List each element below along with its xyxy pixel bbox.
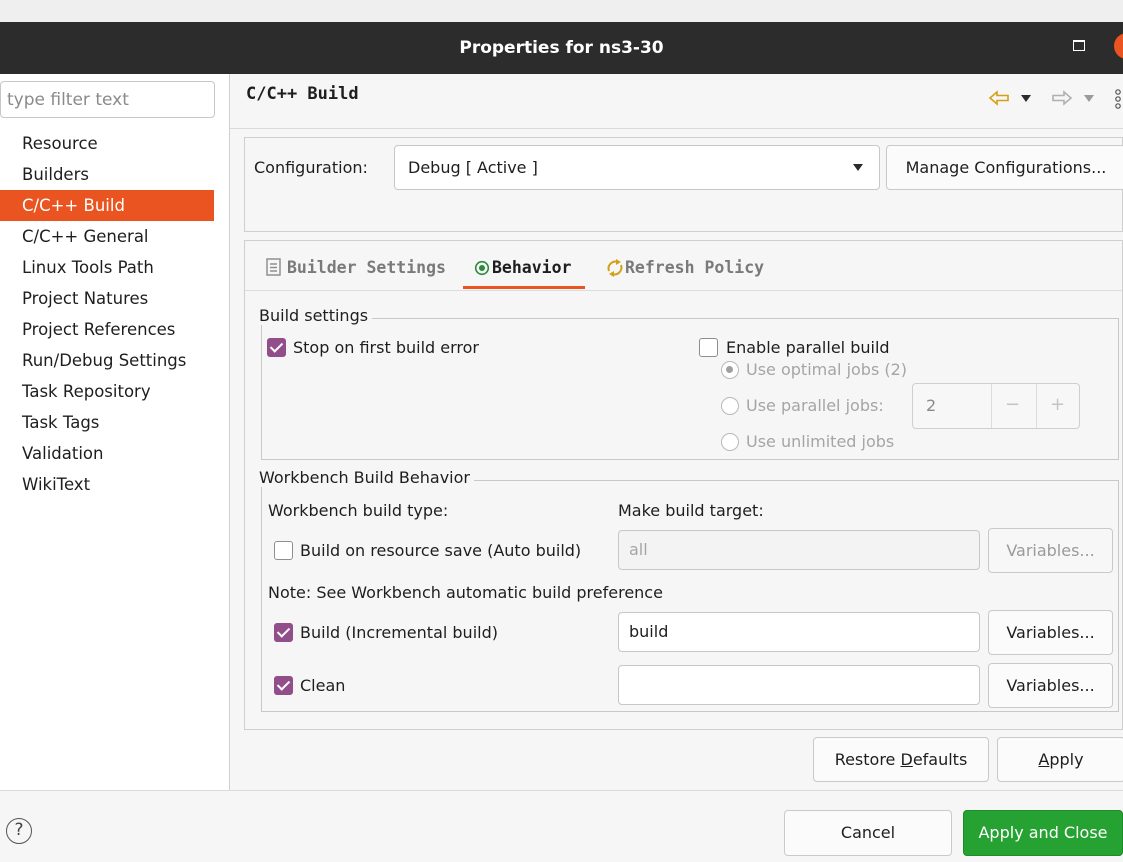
filter-input[interactable]: [0, 81, 215, 118]
unlimited-jobs-label: Use unlimited jobs: [746, 432, 895, 451]
back-menu-chevron-icon[interactable]: [1020, 94, 1032, 103]
auto-build-checkbox[interactable]: [274, 541, 293, 560]
tab-refresh-policy[interactable]: Refresh Policy: [625, 256, 764, 280]
configuration-label: Configuration:: [254, 158, 368, 177]
refresh-policy-icon: [607, 259, 623, 277]
tab-separator: [245, 290, 1122, 291]
parallel-jobs-radio[interactable]: [721, 397, 739, 415]
restore-label-b: efaults: [912, 750, 968, 769]
tree-item-resource[interactable]: Resource: [0, 128, 214, 159]
active-tab-indicator: [463, 286, 585, 289]
tree-item-task-repository[interactable]: Task Repository: [0, 376, 214, 407]
auto-build-label: Build on resource save (Auto build): [300, 541, 582, 560]
incremental-build-target-field[interactable]: build: [618, 612, 980, 652]
optimal-jobs-radio[interactable]: [721, 361, 739, 379]
tree-item-builders[interactable]: Builders: [0, 159, 214, 190]
tree-item-cpp-general[interactable]: C/C++ General: [0, 221, 214, 252]
back-arrow-icon[interactable]: [988, 90, 1010, 106]
behavior-icon: [474, 260, 490, 276]
stepper-divider: [991, 384, 992, 428]
restore-mnemonic: D: [900, 750, 913, 769]
cancel-button[interactable]: Cancel: [784, 810, 952, 856]
tree-item-validation[interactable]: Validation: [0, 438, 214, 469]
auto-build-target-field[interactable]: all: [618, 530, 980, 570]
more-options-icon[interactable]: [1113, 88, 1123, 110]
apply-label: pply: [1049, 750, 1084, 769]
clean-target-field[interactable]: [618, 665, 980, 705]
background-strip: [0, 0, 1123, 22]
help-icon[interactable]: ?: [6, 818, 32, 844]
tree-item-cpp-build[interactable]: C/C++ Build: [0, 190, 214, 221]
page-title: C/C++ Build: [246, 84, 359, 104]
manage-configurations-button[interactable]: Manage Configurations...: [886, 145, 1123, 190]
configuration-value: Debug [ Active ]: [408, 158, 538, 177]
header-separator: [230, 128, 1123, 129]
build-target-label: Make build target:: [618, 501, 764, 520]
build-type-label: Workbench build type:: [268, 501, 449, 520]
unlimited-jobs-radio[interactable]: [721, 433, 739, 451]
builder-settings-icon: [266, 258, 281, 276]
footer-separator: [0, 790, 1123, 791]
incremental-build-checkbox[interactable]: [274, 623, 293, 642]
auto-build-variables-button[interactable]: Variables...: [988, 528, 1113, 573]
incremental-variables-button[interactable]: Variables...: [988, 610, 1113, 655]
apply-mnemonic: A: [1038, 750, 1050, 769]
clean-variables-button[interactable]: Variables...: [988, 663, 1113, 708]
tree-item-run-debug-settings[interactable]: Run/Debug Settings: [0, 345, 214, 376]
stepper-divider: [1036, 384, 1037, 428]
stop-on-error-checkbox[interactable]: [267, 338, 286, 357]
tree-item-task-tags[interactable]: Task Tags: [0, 407, 214, 438]
tab-behavior[interactable]: Behavior: [492, 256, 571, 280]
tab-builder-settings[interactable]: Builder Settings: [287, 256, 446, 280]
chevron-down-icon: [853, 164, 863, 171]
parallel-jobs-value: 2: [926, 396, 937, 415]
apply-and-close-button[interactable]: Apply and Close: [963, 810, 1123, 856]
clean-checkbox[interactable]: [274, 676, 293, 695]
tree-item-linux-tools-path[interactable]: Linux Tools Path: [0, 252, 214, 283]
stop-on-error-label: Stop on first build error: [293, 338, 479, 357]
optimal-jobs-label: Use optimal jobs (2): [746, 360, 908, 379]
incremental-build-label: Build (Incremental build): [300, 623, 498, 642]
restore-defaults-button[interactable]: Restore Defaults: [813, 737, 989, 782]
parallel-build-checkbox[interactable]: [699, 338, 718, 357]
stepper-decrement-button[interactable]: −: [1005, 394, 1020, 415]
apply-button[interactable]: Apply: [997, 737, 1123, 782]
stepper-increment-button[interactable]: +: [1050, 394, 1065, 415]
workbench-build-title: Workbench Build Behavior: [259, 468, 474, 487]
restore-label-a: Restore: [834, 750, 901, 769]
forward-arrow-icon[interactable]: [1051, 90, 1073, 106]
parallel-jobs-label: Use parallel jobs:: [746, 396, 884, 415]
window-title: Properties for ns3-30: [459, 38, 664, 58]
forward-menu-chevron-icon[interactable]: [1083, 94, 1095, 103]
tree-item-project-natures[interactable]: Project Natures: [0, 283, 214, 314]
tree-item-project-references[interactable]: Project References: [0, 314, 214, 345]
clean-label: Clean: [300, 676, 346, 695]
workbench-note: Note: See Workbench automatic build pref…: [268, 583, 663, 602]
parallel-build-label: Enable parallel build: [726, 338, 890, 357]
maximize-icon[interactable]: [1073, 40, 1085, 51]
tree-item-wikitext[interactable]: WikiText: [0, 469, 214, 500]
build-settings-title: Build settings: [259, 306, 373, 325]
